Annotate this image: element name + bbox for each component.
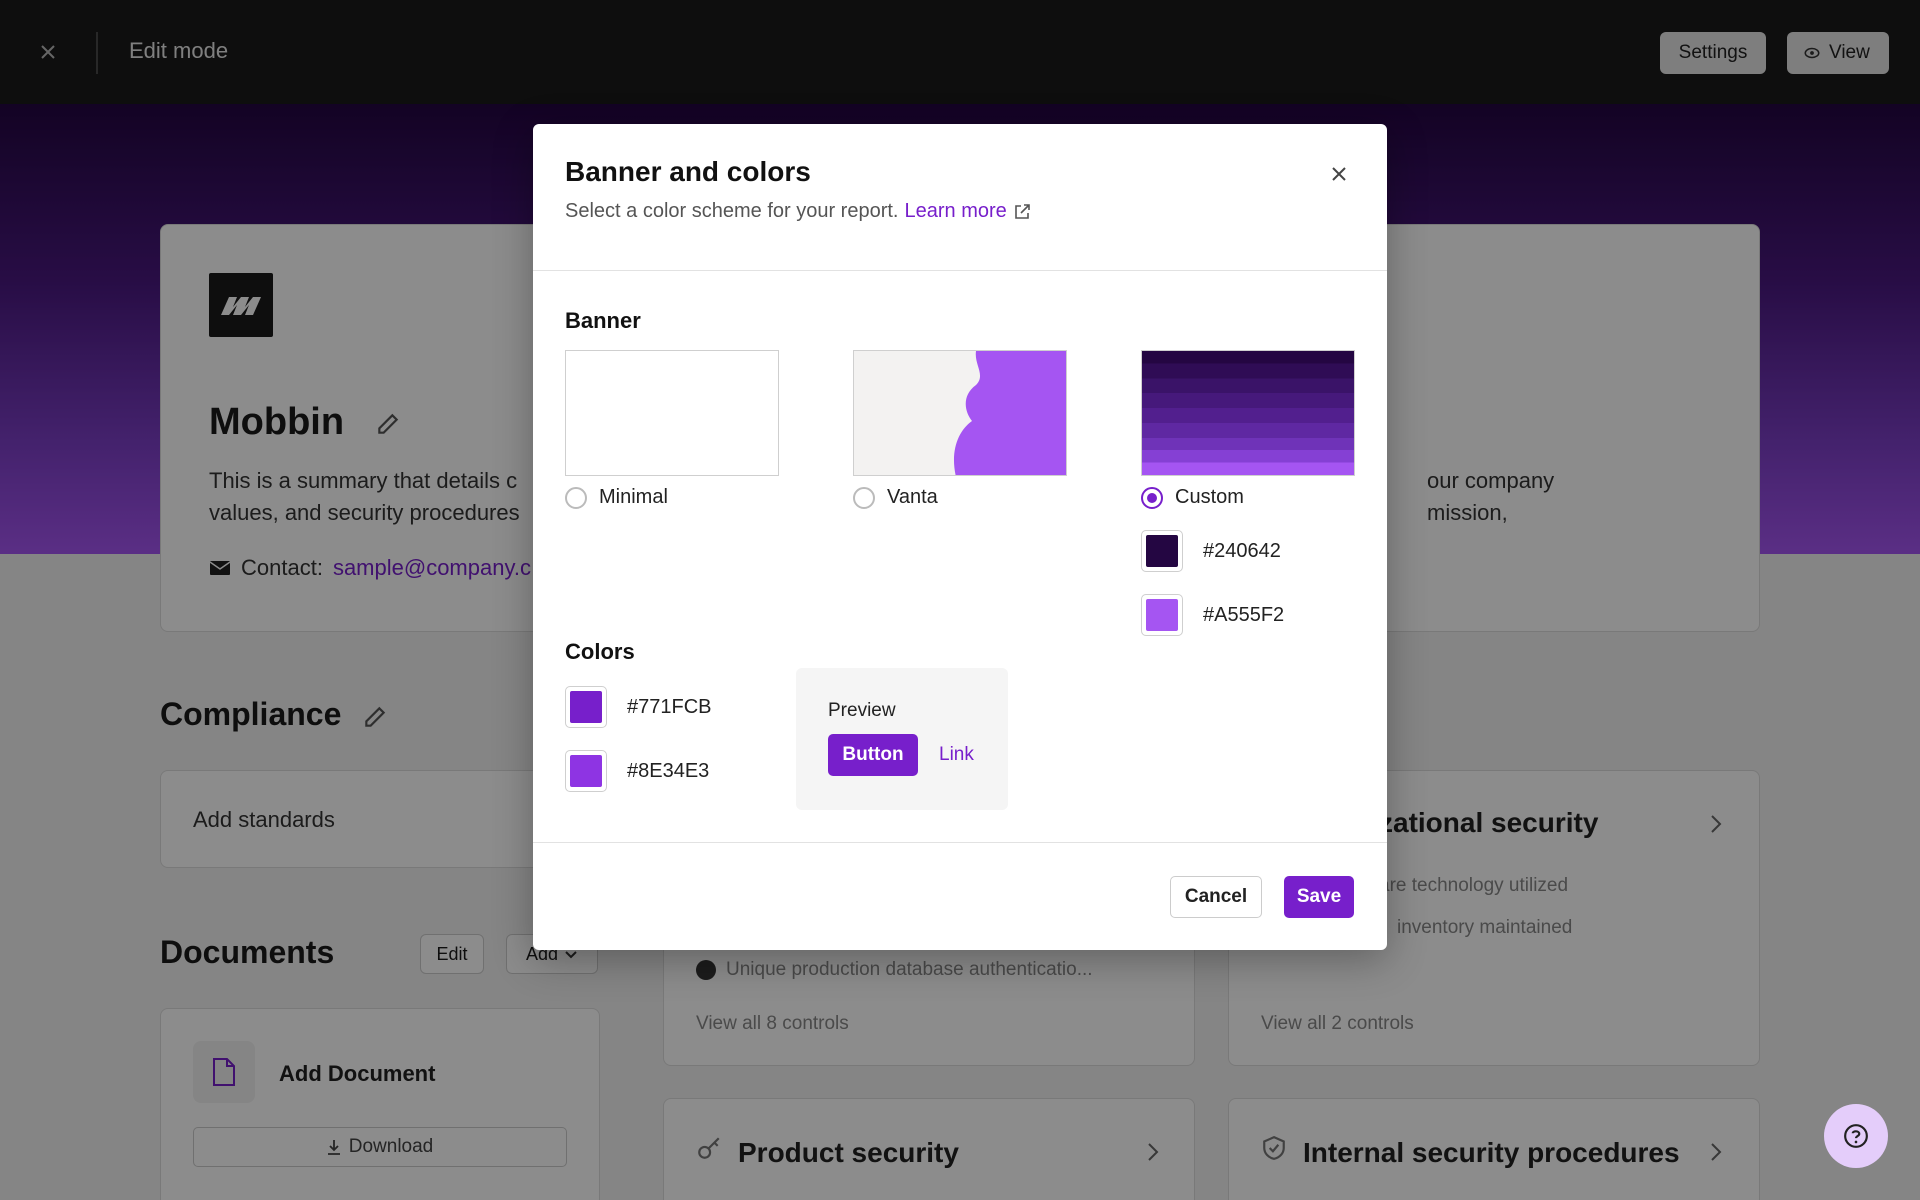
minimal-banner-thumbnail[interactable]	[565, 350, 779, 476]
banner-color-start-hex: #240642	[1203, 539, 1281, 562]
preview-button: Button	[828, 734, 918, 776]
minimal-radio[interactable]	[565, 486, 587, 509]
custom-option[interactable]: Custom	[1141, 486, 1244, 509]
color-swatch[interactable]	[565, 750, 607, 792]
vanta-wave-graphic	[953, 351, 1066, 475]
preview-link: Link	[939, 744, 974, 765]
color-swatch[interactable]	[565, 686, 607, 728]
divider	[533, 842, 1387, 843]
color-swatch[interactable]	[1141, 530, 1183, 572]
minimal-option[interactable]: Minimal	[565, 486, 668, 509]
banner-color-end[interactable]: #A555F2	[1141, 594, 1284, 636]
external-link-icon[interactable]	[1013, 203, 1031, 221]
primary-color-hex: #771FCB	[627, 695, 712, 718]
banner-color-end-hex: #A555F2	[1203, 603, 1285, 626]
cancel-button[interactable]: Cancel	[1170, 876, 1262, 918]
help-button[interactable]	[1824, 1104, 1888, 1168]
learn-more-link[interactable]: Learn more	[904, 200, 1006, 223]
banner-section-label: Banner	[565, 308, 641, 333]
help-icon	[1844, 1124, 1868, 1148]
dialog-title: Banner and colors	[565, 156, 811, 187]
color-swatch[interactable]	[1141, 594, 1183, 636]
secondary-color[interactable]: #8E34E3	[565, 750, 709, 792]
divider	[533, 270, 1387, 271]
minimal-label: Minimal	[599, 486, 668, 508]
save-button[interactable]: Save	[1284, 876, 1354, 918]
color-preview-panel: Preview Button Link	[796, 668, 1008, 810]
vanta-option[interactable]: Vanta	[853, 486, 938, 509]
secondary-color-hex: #8E34E3	[627, 759, 710, 782]
custom-banner-thumbnail[interactable]	[1141, 350, 1355, 476]
vanta-radio[interactable]	[853, 486, 875, 509]
vanta-label: Vanta	[887, 486, 938, 508]
banner-colors-dialog: Banner and colors Select a color scheme …	[533, 124, 1387, 950]
dialog-subtitle: Select a color scheme for your report. L…	[565, 200, 1031, 223]
vanta-banner-thumbnail[interactable]	[853, 350, 1067, 476]
banner-color-start[interactable]: #240642	[1141, 530, 1281, 572]
primary-color[interactable]: #771FCB	[565, 686, 712, 728]
custom-label: Custom	[1175, 486, 1244, 508]
custom-radio[interactable]	[1141, 486, 1163, 509]
preview-label: Preview	[828, 700, 896, 721]
subtitle-text: Select a color scheme for your report.	[565, 200, 899, 222]
colors-section-label: Colors	[565, 639, 635, 664]
close-icon[interactable]	[1327, 162, 1351, 186]
